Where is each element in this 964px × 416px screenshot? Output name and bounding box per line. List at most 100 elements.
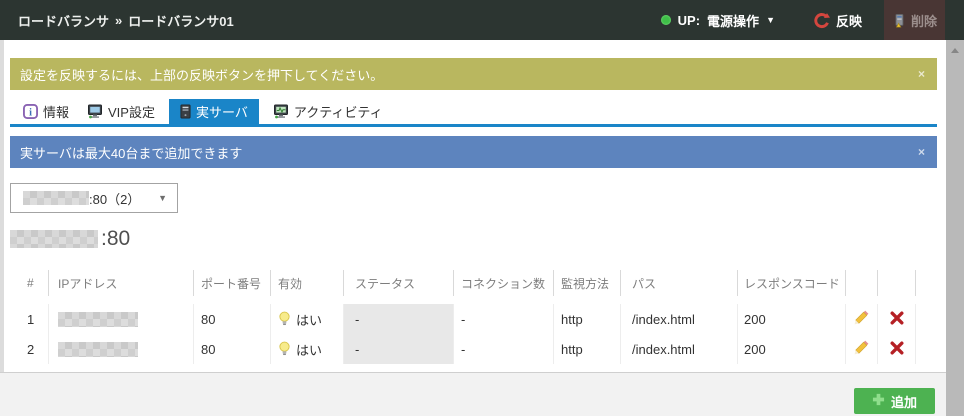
apply-label: 反映 bbox=[836, 11, 862, 30]
pencil-icon bbox=[853, 309, 870, 329]
delete-loadbalancer-button[interactable]: 削除 bbox=[884, 0, 945, 40]
table-header-row: # IPアドレス ポート番号 有効 ステータス コネクション数 監視方法 パス … bbox=[10, 270, 937, 296]
col-response-code: レスポンスコード bbox=[737, 270, 845, 296]
delete-row-button[interactable] bbox=[890, 311, 904, 328]
apply-button[interactable]: 反映 bbox=[813, 11, 862, 30]
plus-icon bbox=[872, 393, 885, 409]
activity-monitor-icon bbox=[273, 104, 289, 119]
delete-x-icon bbox=[890, 311, 904, 328]
row-enabled: はい bbox=[270, 334, 343, 364]
tab-info-label: 情報 bbox=[43, 102, 69, 121]
row-response-code: 200 bbox=[737, 304, 845, 334]
row-path: /index.html bbox=[620, 304, 737, 334]
table-row: 1 80 はい - - http /index.html 200 bbox=[10, 304, 937, 334]
breadcrumb-parent[interactable]: ロードバランサ bbox=[18, 11, 109, 30]
vip-monitor-icon bbox=[87, 104, 103, 119]
row-spacer bbox=[915, 334, 937, 364]
scroll-up-icon[interactable] bbox=[951, 48, 959, 53]
row-port: 80 bbox=[193, 334, 270, 364]
row-index: 1 bbox=[10, 304, 48, 334]
row-ip-address bbox=[48, 334, 193, 364]
row-enabled-label: はい bbox=[296, 310, 322, 329]
add-label: 追加 bbox=[891, 392, 917, 411]
col-delete bbox=[877, 270, 915, 296]
close-icon[interactable]: × bbox=[918, 145, 925, 159]
vip-selector-value: :80（2） bbox=[89, 189, 140, 208]
chevron-down-icon: ▼ bbox=[766, 16, 775, 25]
redacted-ip-block bbox=[58, 342, 138, 357]
tab-vip-settings-label: VIP設定 bbox=[108, 102, 155, 121]
tab-real-servers[interactable]: 実サーバ bbox=[169, 99, 259, 124]
topbar-actions: UP: 電源操作 ▼ 反映 bbox=[661, 0, 964, 40]
edit-button[interactable] bbox=[853, 339, 870, 359]
breadcrumb: ロードバランサ » ロードバランサ01 bbox=[18, 11, 234, 30]
topbar: ロードバランサ » ロードバランサ01 UP: 電源操作 ▼ 反映 bbox=[0, 0, 964, 40]
col-ip-address: IPアドレス bbox=[48, 270, 193, 296]
col-path: パス bbox=[620, 270, 737, 296]
vip-selector-dropdown[interactable]: :80（2） ▼ bbox=[10, 183, 178, 213]
col-spacer bbox=[915, 270, 937, 296]
pencil-icon bbox=[853, 339, 870, 359]
col-index: # bbox=[10, 270, 48, 296]
col-connections: コネクション数 bbox=[453, 270, 553, 296]
tab-vip-settings[interactable]: VIP設定 bbox=[78, 99, 164, 124]
row-connections: - bbox=[453, 334, 553, 364]
lightbulb-on-icon bbox=[278, 341, 291, 357]
row-monitor-method: http bbox=[553, 304, 620, 334]
row-path: /index.html bbox=[620, 334, 737, 364]
load-balancer-page: ロードバランサ » ロードバランサ01 UP: 電源操作 ▼ 反映 bbox=[0, 0, 964, 416]
col-edit bbox=[845, 270, 877, 296]
breadcrumb-current: ロードバランサ01 bbox=[128, 11, 233, 30]
col-port: ポート番号 bbox=[193, 270, 270, 296]
row-delete-cell bbox=[877, 304, 915, 334]
col-status: ステータス bbox=[343, 270, 453, 296]
row-ip-address bbox=[48, 304, 193, 334]
active-tab-underline bbox=[10, 124, 937, 127]
row-index: 2 bbox=[10, 334, 48, 364]
power-status-label: UP: bbox=[678, 13, 700, 28]
tab-activity-label: アクティビティ bbox=[294, 102, 383, 121]
row-enabled-label: はい bbox=[296, 340, 322, 359]
server-limit-banner: 実サーバは最大40台まで追加できます × bbox=[10, 136, 937, 168]
row-port: 80 bbox=[193, 304, 270, 334]
row-response-code: 200 bbox=[737, 334, 845, 364]
redacted-ip-block bbox=[10, 230, 98, 248]
svg-text:i: i bbox=[29, 107, 32, 118]
row-spacer bbox=[915, 304, 937, 334]
info-icon: i bbox=[23, 104, 38, 119]
row-status: - bbox=[343, 334, 453, 364]
breadcrumb-separator: » bbox=[115, 13, 122, 28]
tab-real-servers-label: 実サーバ bbox=[196, 102, 248, 121]
power-menu[interactable]: UP: 電源操作 ▼ bbox=[661, 11, 775, 30]
server-icon bbox=[180, 104, 191, 119]
delete-x-icon bbox=[890, 341, 904, 358]
redacted-ip-block bbox=[23, 191, 89, 205]
row-monitor-method: http bbox=[553, 334, 620, 364]
footer-bar: 追加 bbox=[0, 372, 946, 416]
status-up-icon bbox=[661, 15, 671, 25]
tab-bar: i 情報 VIP設定 bbox=[10, 99, 937, 124]
tab-activity[interactable]: アクティビティ bbox=[264, 99, 392, 124]
vip-section-heading: :80 bbox=[10, 226, 130, 252]
edit-button[interactable] bbox=[853, 309, 870, 329]
power-menu-label: 電源操作 bbox=[707, 11, 759, 30]
redacted-ip-block bbox=[58, 312, 138, 327]
row-status: - bbox=[343, 304, 453, 334]
col-monitor-method: 監視方法 bbox=[553, 270, 620, 296]
real-server-table: 1 80 はい - - http /index.html 200 bbox=[10, 304, 937, 364]
delete-row-button[interactable] bbox=[890, 341, 904, 358]
chevron-down-icon: ▼ bbox=[158, 193, 167, 203]
tab-info[interactable]: i 情報 bbox=[14, 99, 78, 124]
row-delete-cell bbox=[877, 334, 915, 364]
left-border-strip bbox=[0, 40, 4, 372]
server-limit-text: 実サーバは最大40台まで追加できます bbox=[20, 143, 242, 162]
row-connections: - bbox=[453, 304, 553, 334]
close-icon[interactable]: × bbox=[918, 67, 925, 81]
add-server-button[interactable]: 追加 bbox=[854, 388, 935, 414]
table-row: 2 80 はい - - http /index.html 200 bbox=[10, 334, 937, 364]
vertical-scrollbar[interactable] bbox=[946, 40, 964, 416]
delete-label: 削除 bbox=[911, 11, 937, 30]
apply-notice-text: 設定を反映するには、上部の反映ボタンを押下してください。 bbox=[20, 65, 383, 84]
row-edit-cell bbox=[845, 304, 877, 334]
vip-heading-suffix: :80 bbox=[101, 227, 130, 251]
